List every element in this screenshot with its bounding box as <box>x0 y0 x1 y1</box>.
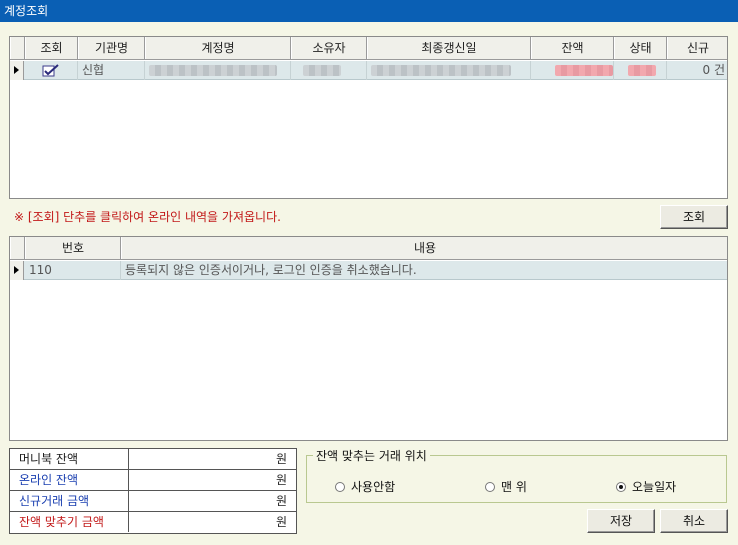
balance-summary-table: 머니북 잔액 원 온라인 잔액 원 신규거래 금액 원 잔액 맞추기 금액 원 <box>9 448 297 534</box>
col-header-owner[interactable]: 소유자 <box>291 37 367 59</box>
message-number-cell: 110 <box>25 261 121 280</box>
summary-row-adjustment: 잔액 맞추기 금액 원 <box>10 512 296 533</box>
col-header-account-name[interactable]: 계정명 <box>145 37 291 59</box>
summary-label: 신규거래 금액 <box>10 491 129 511</box>
col-header-query[interactable]: 조회 <box>25 37 78 59</box>
radio-label: 오늘일자 <box>632 480 677 494</box>
redacted-status <box>628 65 656 76</box>
redacted-last-updated <box>371 65 511 76</box>
radio-option-unused[interactable]: 사용안함 <box>335 478 395 495</box>
row-selector-icon[interactable] <box>10 61 24 80</box>
summary-unit: 원 <box>275 494 287 508</box>
col-header-last-updated[interactable]: 최종갱신일 <box>367 37 531 59</box>
save-button[interactable]: 저장 <box>587 509 655 533</box>
messages-grid: 번호 내용 110 등록되지 않은 인증서이거나, 로그인 인증을 취소했습니다… <box>9 236 728 441</box>
query-button[interactable]: 조회 <box>660 205 728 229</box>
summary-row-online: 온라인 잔액 원 <box>10 470 296 491</box>
balance-cell <box>531 61 614 80</box>
summary-unit: 원 <box>275 473 287 487</box>
radio-label: 맨 위 <box>501 480 527 494</box>
account-name-cell <box>145 61 291 80</box>
checkbox-checked-icon <box>42 64 59 77</box>
summary-label: 잔액 맞추기 금액 <box>10 512 129 532</box>
col-header-new[interactable]: 신규 <box>667 37 727 59</box>
accounts-grid: 조회 기관명 계정명 소유자 최종갱신일 잔액 상태 신규 신협 0 건 <box>9 36 728 199</box>
col-header-number[interactable]: 번호 <box>25 237 121 259</box>
col-header-status[interactable]: 상태 <box>614 37 667 59</box>
header-corner <box>10 37 25 59</box>
col-header-content[interactable]: 내용 <box>121 237 727 259</box>
account-row[interactable]: 신협 0 건 <box>10 61 727 80</box>
query-checkbox[interactable] <box>25 61 78 80</box>
radio-option-top[interactable]: 맨 위 <box>485 478 527 495</box>
message-row[interactable]: 110 등록되지 않은 인증서이거나, 로그인 인증을 취소했습니다. <box>10 261 727 280</box>
radio-selected-icon <box>616 482 626 492</box>
radio-icon <box>485 482 495 492</box>
cancel-button[interactable]: 취소 <box>660 509 728 533</box>
summary-unit: 원 <box>275 452 287 466</box>
redacted-balance <box>555 65 613 76</box>
last-updated-cell <box>367 61 531 80</box>
radio-icon <box>335 482 345 492</box>
query-notice: ※ [조회] 단추를 클릭하여 온라인 내역을 가져옵니다. <box>14 210 281 224</box>
header-corner <box>10 237 25 259</box>
owner-cell <box>291 61 367 80</box>
radio-label: 사용안함 <box>351 480 396 494</box>
new-count-cell: 0 건 <box>702 63 726 77</box>
col-header-institution[interactable]: 기관명 <box>78 37 145 59</box>
summary-row-moneybook: 머니북 잔액 원 <box>10 449 296 470</box>
radio-option-today[interactable]: 오늘일자 <box>616 478 676 495</box>
redacted-account-name <box>149 65 277 76</box>
row-selector-icon[interactable] <box>10 261 24 280</box>
accounts-grid-header: 조회 기관명 계정명 소유자 최종갱신일 잔액 상태 신규 <box>10 37 727 60</box>
summary-unit: 원 <box>275 515 287 529</box>
status-cell <box>614 61 667 80</box>
balance-position-title: 잔액 맞추는 거래 위치 <box>313 447 430 464</box>
col-header-balance[interactable]: 잔액 <box>531 37 614 59</box>
redacted-owner <box>303 65 341 76</box>
balance-position-group: 잔액 맞추는 거래 위치 사용안함 맨 위 오늘일자 <box>306 447 727 503</box>
summary-label: 머니북 잔액 <box>10 449 129 469</box>
window-title: 계정조회 <box>0 0 738 22</box>
institution-cell: 신협 <box>78 61 145 80</box>
message-content-cell: 등록되지 않은 인증서이거나, 로그인 인증을 취소했습니다. <box>125 263 417 277</box>
summary-label: 온라인 잔액 <box>10 470 129 490</box>
summary-row-new-transactions: 신규거래 금액 원 <box>10 491 296 512</box>
messages-grid-header: 번호 내용 <box>10 237 727 260</box>
